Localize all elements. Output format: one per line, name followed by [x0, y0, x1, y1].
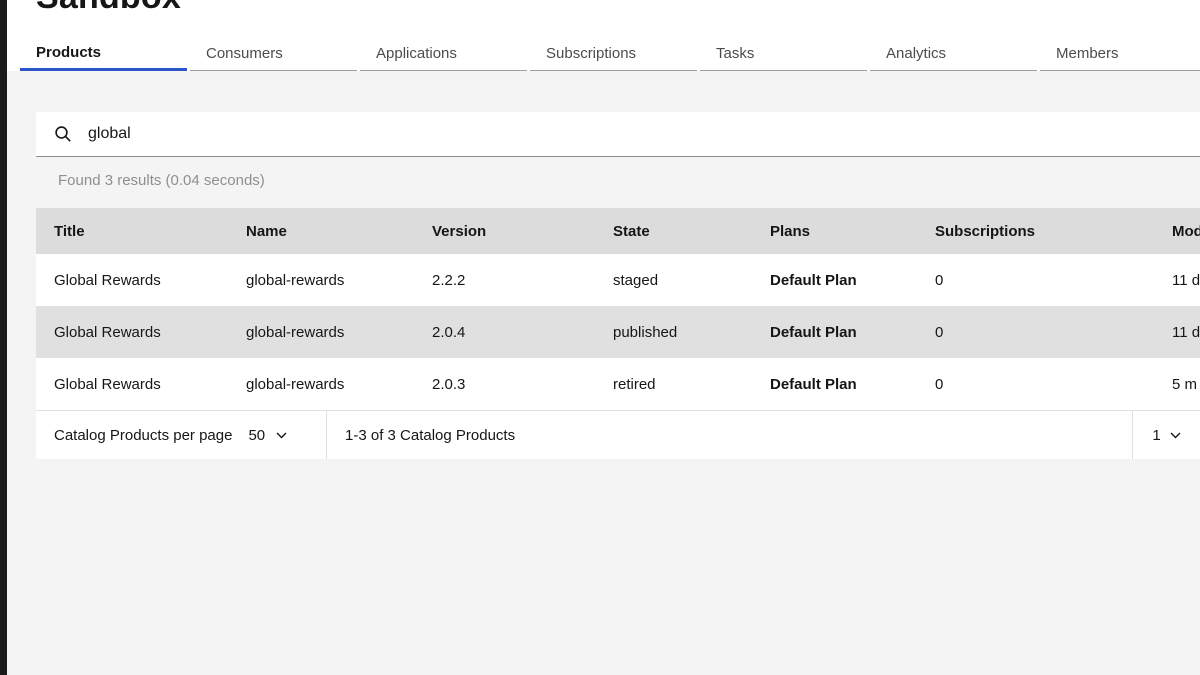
cell-subscriptions: 0	[917, 324, 1154, 341]
search-input[interactable]	[86, 124, 990, 144]
cell-modified: 11 d	[1154, 272, 1200, 289]
cell-state: staged	[595, 272, 752, 289]
page-select[interactable]: 1	[1132, 411, 1200, 459]
search-bar[interactable]	[36, 112, 1200, 157]
left-nav-edge	[0, 0, 7, 675]
page-title: Sandbox	[36, 0, 181, 17]
cell-name: global-rewards	[228, 272, 414, 289]
tab-consumers[interactable]: Consumers	[190, 36, 357, 71]
tab-label: Applications	[376, 45, 457, 62]
range-text: 1-3 of 3 Catalog Products	[327, 427, 1132, 444]
cell-title: Global Rewards	[36, 376, 228, 393]
tab-analytics[interactable]: Analytics	[870, 36, 1037, 71]
cell-modified: 11 d	[1154, 324, 1200, 341]
per-page-section: Catalog Products per page 50	[36, 411, 327, 459]
page-number: 1	[1152, 427, 1160, 444]
tab-label: Tasks	[716, 45, 754, 62]
column-header-modified: Mod	[1154, 223, 1200, 240]
tab-label: Analytics	[886, 45, 946, 62]
tab-subscriptions[interactable]: Subscriptions	[530, 36, 697, 71]
table-row[interactable]: Global Rewards global-rewards 2.0.4 publ…	[36, 306, 1200, 358]
catalog-page: Sandbox Products Consumers Applications …	[0, 0, 1200, 675]
results-summary: Found 3 results (0.04 seconds)	[58, 171, 1200, 191]
column-header-plans: Plans	[752, 223, 917, 240]
per-page-label: Catalog Products per page	[54, 427, 232, 444]
table-row[interactable]: Global Rewards global-rewards 2.2.2 stag…	[36, 254, 1200, 306]
cell-state: published	[595, 324, 752, 341]
cell-subscriptions: 0	[917, 376, 1154, 393]
table-row[interactable]: Global Rewards global-rewards 2.0.3 reti…	[36, 358, 1200, 410]
cell-version: 2.2.2	[414, 272, 595, 289]
tab-products[interactable]: Products	[20, 36, 187, 71]
products-table: Title Name Version State Plans Subscript…	[36, 208, 1200, 410]
tab-bar: Products Consumers Applications Subscrip…	[20, 36, 1200, 71]
chevron-down-icon[interactable]	[276, 432, 287, 439]
column-header-title: Title	[36, 223, 228, 240]
tab-label: Subscriptions	[546, 45, 636, 62]
cell-plans[interactable]: Default Plan	[752, 376, 917, 393]
tab-members[interactable]: Members	[1040, 36, 1200, 71]
cell-modified: 5 m	[1154, 376, 1200, 393]
tab-label: Products	[36, 44, 101, 61]
search-icon	[54, 125, 72, 143]
cell-subscriptions: 0	[917, 272, 1154, 289]
cell-version: 2.0.3	[414, 376, 595, 393]
column-header-state: State	[595, 223, 752, 240]
chevron-down-icon	[1170, 432, 1181, 439]
table-header-row: Title Name Version State Plans Subscript…	[36, 208, 1200, 254]
cell-title: Global Rewards	[36, 324, 228, 341]
column-header-name: Name	[228, 223, 414, 240]
pagination-bar: Catalog Products per page 50 1-3 of 3 Ca…	[36, 410, 1200, 459]
tab-tasks[interactable]: Tasks	[700, 36, 867, 71]
tab-applications[interactable]: Applications	[360, 36, 527, 71]
cell-name: global-rewards	[228, 324, 414, 341]
tab-label: Members	[1056, 45, 1119, 62]
cell-title: Global Rewards	[36, 272, 228, 289]
cell-version: 2.0.4	[414, 324, 595, 341]
cell-plans[interactable]: Default Plan	[752, 324, 917, 341]
per-page-value[interactable]: 50	[248, 427, 265, 444]
column-header-subscriptions: Subscriptions	[917, 223, 1154, 240]
cell-plans[interactable]: Default Plan	[752, 272, 917, 289]
column-header-version: Version	[414, 223, 595, 240]
content-area: Found 3 results (0.04 seconds) Title Nam…	[0, 71, 1200, 675]
cell-name: global-rewards	[228, 376, 414, 393]
tab-label: Consumers	[206, 45, 283, 62]
cell-state: retired	[595, 376, 752, 393]
